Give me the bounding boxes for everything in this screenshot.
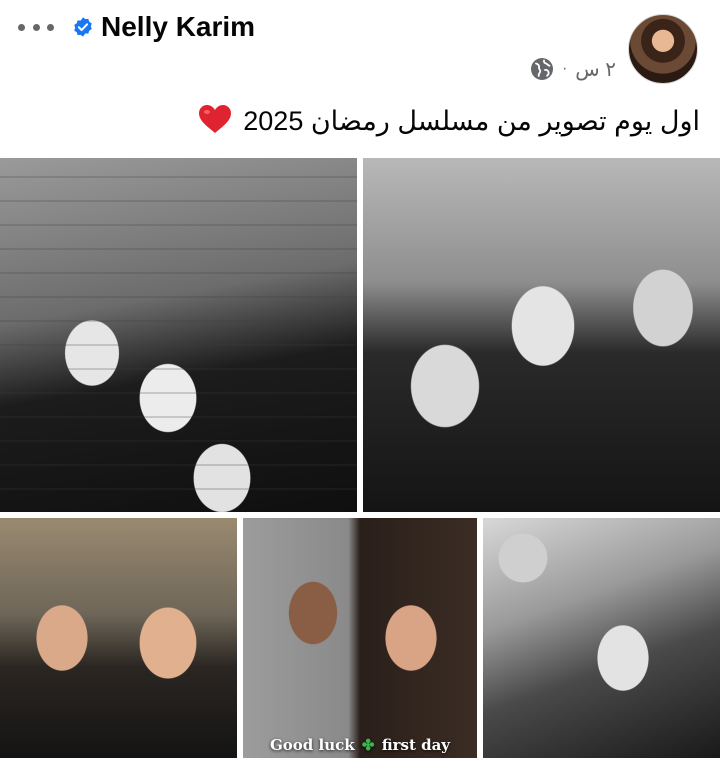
meta-separator: ·: [561, 60, 568, 77]
author-row: Nelly Karim: [18, 10, 255, 44]
verified-badge-icon: [74, 17, 92, 37]
more-options-icon[interactable]: [18, 15, 54, 39]
post-photo-3[interactable]: [0, 518, 237, 758]
post-header: Nelly Karim · ٢ س: [0, 0, 720, 92]
photo-overlay-caption: Good luck ✤ first day: [243, 736, 477, 754]
red-heart-icon: [198, 105, 231, 133]
overlay-text-right: first day: [381, 736, 451, 754]
four-leaf-clover-icon: ✤: [361, 736, 375, 754]
post-time[interactable]: ٢ س: [575, 57, 616, 82]
post-caption: اول يوم تصوير من مسلسل رمضان 2025: [198, 104, 700, 137]
overlay-text-left: Good luck: [269, 736, 355, 754]
author-avatar[interactable]: [628, 14, 698, 84]
post-photo-4[interactable]: Good luck ✤ first day: [243, 518, 477, 758]
post-photo-2[interactable]: [363, 158, 720, 512]
post-photo-5[interactable]: [483, 518, 720, 758]
post-photo-1[interactable]: [0, 158, 357, 512]
author-name[interactable]: Nelly Karim: [101, 11, 255, 43]
globe-icon[interactable]: [530, 57, 554, 81]
post-meta: · ٢ س: [530, 56, 616, 82]
caption-text: اول يوم تصوير من مسلسل رمضان 2025: [243, 106, 700, 136]
